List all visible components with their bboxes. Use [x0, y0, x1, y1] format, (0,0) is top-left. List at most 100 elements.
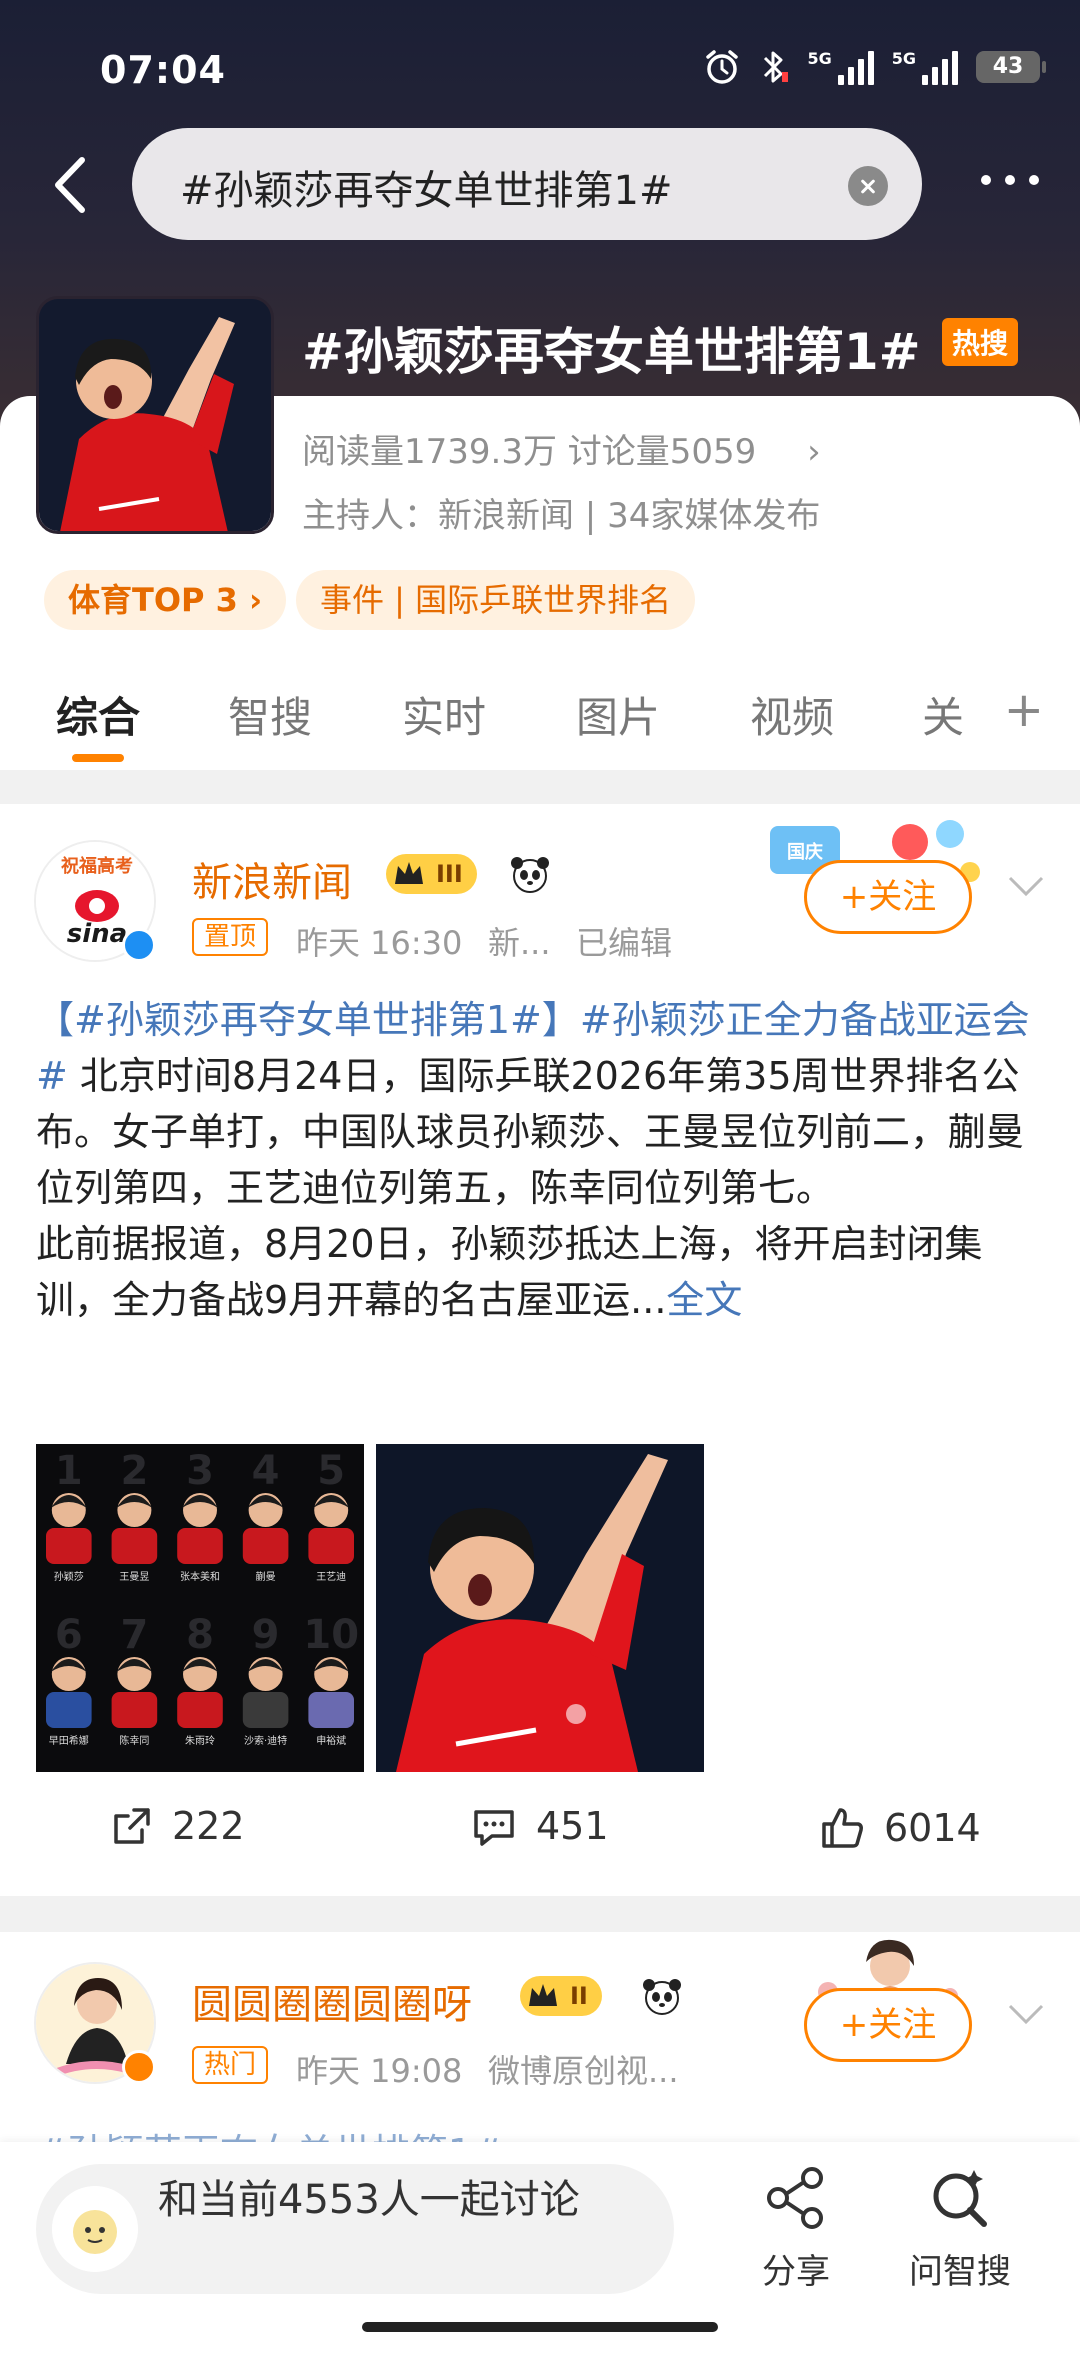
svg-text:6: 6	[55, 1612, 83, 1658]
ranking-player-name: 孙颖莎	[54, 1570, 84, 1583]
like-button[interactable]: 6014	[818, 1804, 981, 1852]
svg-text:4: 4	[252, 1448, 280, 1494]
share-button[interactable]: 分享	[726, 2162, 866, 2293]
verified-icon	[122, 928, 156, 962]
tab-smart-search[interactable]: 智搜	[228, 684, 312, 745]
bluetooth-icon	[764, 51, 789, 83]
comment-button[interactable]: 451	[470, 1804, 609, 1848]
post-image-ranking[interactable]: 1 孙颖莎 2 王曼昱 3 张本美和 4 蒯曼 5 王艺迪 6 早田希娜 7 陈幸同 8 朱雨玲 9 沙索·迪特 1…	[36, 1444, 364, 1772]
post-time: 昨天 16:30	[296, 924, 463, 962]
svg-text:7: 7	[120, 1612, 148, 1658]
panda-icon	[643, 1979, 681, 2015]
svg-text:1: 1	[55, 1448, 83, 1494]
status-time: 07:04	[100, 48, 226, 92]
topic-title: #孙颖莎再夺女单世排第1#	[302, 323, 921, 381]
svg-text:9: 9	[252, 1612, 280, 1658]
pinned-tag: 置顶	[192, 918, 269, 956]
signal-icon-2: 5G	[892, 49, 958, 85]
search-query: #孙颖莎再夺女单世排第1#	[180, 168, 673, 214]
svg-text:10: 10	[303, 1612, 359, 1658]
follow-button[interactable]: +关注	[804, 860, 972, 934]
comment-icon	[474, 1810, 514, 1846]
discuss-input[interactable]: 和当前4553人一起讨论	[36, 2164, 674, 2294]
post-image-player[interactable]	[376, 1444, 704, 1772]
svg-text:2: 2	[120, 1448, 148, 1494]
ask-label: 问智搜	[909, 2252, 1011, 2292]
post-body: 北京时间8月24日，国际乒联2026年第35周世界排名公布。女子单打，中国队球员…	[36, 1054, 1025, 1210]
ranking-player-name: 沙索·迪特	[244, 1734, 287, 1747]
ranking-player-name: 朱雨玲	[185, 1735, 215, 1747]
tab-general[interactable]: 综合	[56, 684, 140, 745]
like-count: 6014	[884, 1806, 981, 1850]
topic-thumbnail[interactable]	[36, 296, 274, 534]
crown-icon	[529, 1984, 557, 2006]
full-text-link[interactable]: 全文	[666, 1278, 742, 1322]
vip-level-2: II	[570, 1982, 588, 2010]
ask-smart-search-button[interactable]: 问智搜	[890, 2162, 1030, 2293]
chip-event[interactable]: 事件 | 国际乒联世界排名	[296, 570, 696, 630]
ranking-player-name: 早田希娜	[49, 1734, 89, 1747]
status-bar: 07:04 5G 5G 43	[0, 0, 1080, 140]
svg-text:3: 3	[186, 1448, 214, 1494]
tab-images[interactable]: 图片	[576, 684, 660, 745]
chevron-down-icon[interactable]	[1006, 874, 1046, 898]
svg-text:8: 8	[186, 1612, 214, 1658]
ranking-player-name: 王艺迪	[316, 1571, 346, 1583]
hot-badge: 热搜	[942, 318, 1019, 366]
edited-label: 已编辑	[576, 924, 673, 962]
vip-badge: III	[386, 854, 477, 894]
home-indicator[interactable]	[362, 2322, 718, 2332]
discuss-prompt: 和当前4553人一起讨论	[158, 2177, 580, 2223]
ranking-player-name: 陈幸同	[119, 1734, 149, 1747]
post-source-2: 微博原创视...	[488, 2052, 679, 2090]
share-label: 分享	[762, 2252, 830, 2292]
clear-search-icon[interactable]	[848, 166, 888, 206]
topic-link[interactable]: 【#孙颖莎再夺女单世排第1#】	[36, 998, 580, 1042]
topic-stats-text: 阅读量1739.3万 讨论量5059	[302, 432, 757, 472]
repost-button[interactable]: 222	[110, 1804, 245, 1848]
chevron-down-icon[interactable]	[1006, 2002, 1046, 2026]
svg-text:祝福高考: 祝福高考	[61, 855, 133, 877]
author-name[interactable]: 新浪新闻	[192, 850, 352, 908]
crown-icon	[395, 862, 423, 884]
post-text: 【#孙颖莎再夺女单世排第1#】#孙颖莎正全力备战亚运会# 北京时间8月24日，国…	[36, 992, 1046, 1328]
active-tab-indicator	[72, 754, 124, 762]
chevron-right-icon: ›	[807, 432, 821, 472]
thumbs-up-icon	[822, 1808, 863, 1848]
discuss-avatar-icon	[52, 2186, 138, 2272]
repost-count: 222	[172, 1804, 245, 1848]
share-icon	[767, 2167, 823, 2229]
status-icons: 5G 5G 43	[703, 48, 1046, 86]
signal-icon: 5G	[807, 49, 874, 85]
svg-text:sina: sina	[67, 919, 127, 949]
ranking-player-name: 张本美和	[180, 1570, 220, 1583]
add-tab-icon[interactable]: +	[1004, 682, 1044, 738]
weibo-topic-page: { "status_bar": { "time": "07:04", "netw…	[0, 0, 1080, 2354]
post-card: 祝福高考 sina 新浪新闻 III 置顶 昨天 16:30 新... 已编辑 …	[0, 804, 1080, 1896]
ranking-player-name: 申裕斌	[316, 1734, 346, 1747]
more-options-icon[interactable]	[970, 160, 1050, 200]
tab-realtime[interactable]: 实时	[402, 684, 486, 745]
panda-icon	[511, 857, 549, 893]
post-body-2: 此前据报道，8月20日，孙颖莎抵达上海，将开启封闭集训，全力备战9月开幕的名古屋…	[36, 1222, 983, 1322]
topic-stats[interactable]: 阅读量1739.3万 讨论量5059 ›	[302, 424, 821, 473]
smart-search-icon	[933, 2170, 987, 2227]
author-name-2[interactable]: 圆圆圈圈圆圈呀	[192, 1972, 472, 2030]
tab-follow[interactable]: 关	[922, 684, 964, 745]
alarm-icon	[706, 50, 739, 84]
chip-sports-top3[interactable]: 体育TOP 3 ›	[44, 570, 287, 630]
hot-tag: 热门	[192, 2046, 269, 2084]
search-input[interactable]: #孙颖莎再夺女单世排第1#	[132, 128, 922, 240]
tab-bar: 综合 智搜 实时 图片 视频 关 +	[0, 668, 1080, 770]
repost-icon	[114, 1808, 150, 1844]
post-time-2: 昨天 19:08	[296, 2052, 463, 2090]
follow-button-2[interactable]: +关注	[804, 1988, 972, 2062]
ranking-player-name: 王曼昱	[119, 1571, 149, 1583]
post-source: 新...	[488, 924, 551, 962]
svg-text:国庆: 国庆	[787, 841, 823, 863]
back-arrow-icon[interactable]	[40, 150, 100, 220]
battery-icon: 43	[976, 51, 1046, 83]
vip-level: III	[436, 860, 463, 888]
tab-video[interactable]: 视频	[750, 684, 834, 745]
ranking-player-name: 蒯曼	[256, 1571, 276, 1583]
